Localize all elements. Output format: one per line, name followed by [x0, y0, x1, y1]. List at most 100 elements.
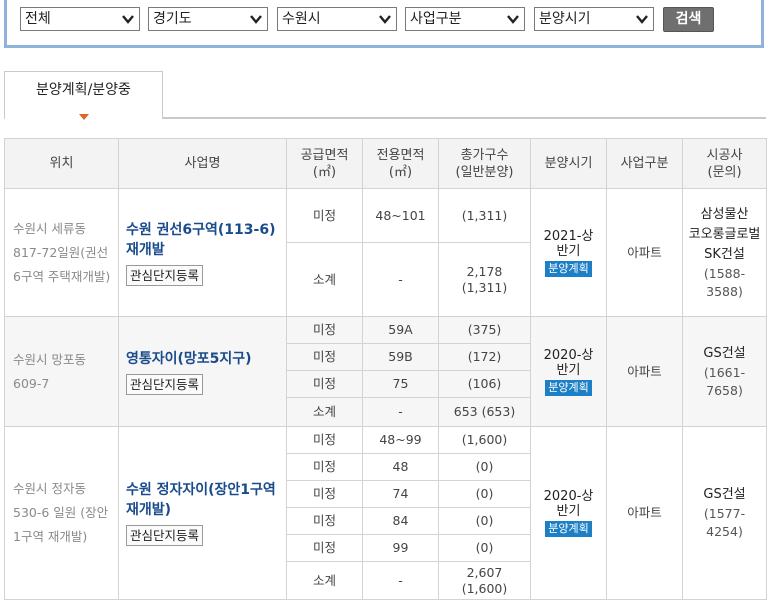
sale-period-select-value: 분양시기 — [539, 11, 591, 27]
constructor-name: GS건설 — [703, 345, 746, 361]
business-type-select[interactable]: 사업구분 — [405, 7, 525, 31]
supply-area: 미정 — [286, 370, 363, 398]
constructor: GS건설 (1661- 7658) — [682, 316, 767, 427]
chevron-down-icon — [379, 15, 391, 24]
search-button[interactable]: 검색 — [663, 7, 714, 32]
watch-complex-button[interactable]: 관심단지등록 — [126, 525, 204, 546]
filter-bar: 전체 경기도 수원시 사업구분 분양시기 검색 — [4, 0, 764, 48]
project-name-link[interactable]: 수원 권선6구역(113-6) 재개발 — [126, 220, 282, 260]
exclusive-area: 59B — [362, 343, 439, 371]
project-name-link[interactable]: 영통자이(망포5지구) — [126, 349, 282, 369]
exclusive-area: - — [362, 242, 439, 317]
chevron-down-icon — [250, 15, 262, 24]
header-constructor: 시공사 (문의) — [682, 138, 767, 189]
table-header-row: 위치 사업명 공급면적 (㎡) 전용면적 (㎡) 총가구수 (일반분양) 분양시… — [4, 138, 767, 189]
supply-area: 미정 — [286, 426, 363, 454]
exclusive-area: 48~99 — [362, 426, 439, 454]
business-type: 아파트 — [606, 316, 683, 427]
status-badge: 분양계획 — [545, 260, 592, 277]
constructor-name: 삼성물산 코오롱글로벌 SK건설 — [688, 206, 761, 262]
supply-area: 미정 — [286, 507, 363, 535]
watch-complex-button[interactable]: 관심단지등록 — [126, 264, 204, 286]
sale-period: 2020-상반기 분양계획 — [530, 316, 607, 427]
status-badge: 분양계획 — [545, 521, 592, 537]
supply-area: 미정 — [286, 453, 363, 481]
exclusive-area: 74 — [362, 480, 439, 508]
supply-area: 미정 — [286, 480, 363, 508]
header-supply-area: 공급면적 (㎡) — [286, 138, 363, 189]
tab-label: 분양계획/분양중 — [36, 82, 131, 98]
row-location: 수원시 세류동 817-72일원(권선6구역 주택재개발) — [4, 188, 119, 317]
row-location: 수원시 망포동 609-7 — [4, 316, 119, 427]
exclusive-area: - — [362, 561, 439, 600]
table-row: 수원시 정자동 530-6 일원 (장안1구역 재개발) 수원 정자자이(장안1… — [4, 426, 767, 600]
sale-period: 2021-상반기 분양계획 — [530, 188, 607, 317]
exclusive-area: 84 — [362, 507, 439, 535]
exclusive-area: 75 — [362, 370, 439, 398]
supply-area: 미정 — [286, 534, 363, 562]
active-tab-arrow-icon — [79, 114, 89, 120]
header-sale-period: 분양시기 — [530, 138, 607, 189]
table-row: 수원시 망포동 609-7 영통자이(망포5지구) 관심단지등록 미정 59A … — [4, 316, 767, 427]
chevron-down-icon — [636, 15, 648, 24]
row-project: 수원 정자자이(장안1구역 재개발) 관심단지등록 — [118, 426, 287, 600]
unit-count: (1,311) — [438, 188, 531, 243]
constructor-name: GS건설 — [703, 487, 746, 502]
sale-period-select[interactable]: 분양시기 — [534, 7, 654, 31]
unit-count: (375) — [438, 316, 531, 344]
exclusive-area: 48~101 — [362, 188, 439, 243]
business-type: 아파트 — [606, 188, 683, 317]
project-name-link[interactable]: 수원 정자자이(장안1구역 재개발) — [126, 480, 282, 520]
supply-area: 미정 — [286, 188, 363, 243]
unit-count: (106) — [438, 370, 531, 398]
supply-area: 미정 — [286, 343, 363, 371]
row-location: 수원시 정자동 530-6 일원 (장안1구역 재개발) — [4, 426, 119, 600]
header-location: 위치 — [4, 138, 119, 189]
contact-phone: (1661- 7658) — [703, 364, 746, 398]
unit-count: (0) — [438, 453, 531, 481]
constructor: GS건설 (1577- 4254) — [682, 426, 767, 600]
sale-period-text: 2020-상반기 — [543, 347, 594, 378]
exclusive-area: - — [362, 397, 439, 427]
unit-count: (172) — [438, 343, 531, 371]
sale-period: 2020-상반기 분양계획 — [530, 426, 607, 600]
constructor: 삼성물산 코오롱글로벌 SK건설 (1588- 3588) — [682, 188, 767, 317]
sale-list-table: 위치 사업명 공급면적 (㎡) 전용면적 (㎡) 총가구수 (일반분양) 분양시… — [4, 138, 767, 600]
row-project: 영통자이(망포5지구) 관심단지등록 — [118, 316, 287, 427]
tab-sale-plan[interactable]: 분양계획/분양중 — [4, 71, 163, 120]
row-project: 수원 권선6구역(113-6) 재개발 관심단지등록 — [118, 188, 287, 317]
supply-area: 소계 — [286, 561, 363, 600]
header-exclusive-area: 전용면적 (㎡) — [362, 138, 439, 189]
chevron-down-icon — [507, 15, 519, 24]
exclusive-area: 99 — [362, 534, 439, 562]
exclusive-area: 59A — [362, 316, 439, 344]
business-type: 아파트 — [606, 426, 683, 600]
unit-count: (0) — [438, 480, 531, 508]
header-business-type: 사업구분 — [606, 138, 683, 189]
watch-complex-button[interactable]: 관심단지등록 — [126, 373, 204, 395]
unit-count: 2,178 (1,311) — [438, 242, 531, 317]
header-total-units: 총가구수 (일반분양) — [438, 138, 531, 189]
category-select-value: 전체 — [25, 11, 51, 27]
city-select-value: 수원시 — [282, 11, 321, 27]
table-row: 수원시 세류동 817-72일원(권선6구역 주택재개발) 수원 권선6구역(1… — [4, 188, 767, 317]
supply-area: 미정 — [286, 316, 363, 344]
sale-period-text: 2021-상반기 — [543, 228, 594, 259]
city-select[interactable]: 수원시 — [277, 7, 397, 31]
business-type-select-value: 사업구분 — [410, 11, 462, 27]
unit-count: (0) — [438, 507, 531, 535]
category-select[interactable]: 전체 — [20, 7, 140, 31]
header-project: 사업명 — [118, 138, 287, 189]
province-select[interactable]: 경기도 — [148, 7, 268, 31]
contact-phone: (1577- 4254) — [703, 506, 746, 539]
unit-count: (0) — [438, 534, 531, 562]
unit-count: 653 (653) — [438, 397, 531, 427]
unit-count: (1,600) — [438, 426, 531, 454]
supply-area: 소계 — [286, 242, 363, 317]
exclusive-area: 48 — [362, 453, 439, 481]
chevron-down-icon — [122, 15, 134, 24]
contact-phone: (1588- 3588) — [703, 265, 746, 299]
sale-period-text: 2020-상반기 — [543, 489, 594, 519]
supply-area: 소계 — [286, 397, 363, 427]
status-badge: 분양계획 — [545, 379, 592, 396]
